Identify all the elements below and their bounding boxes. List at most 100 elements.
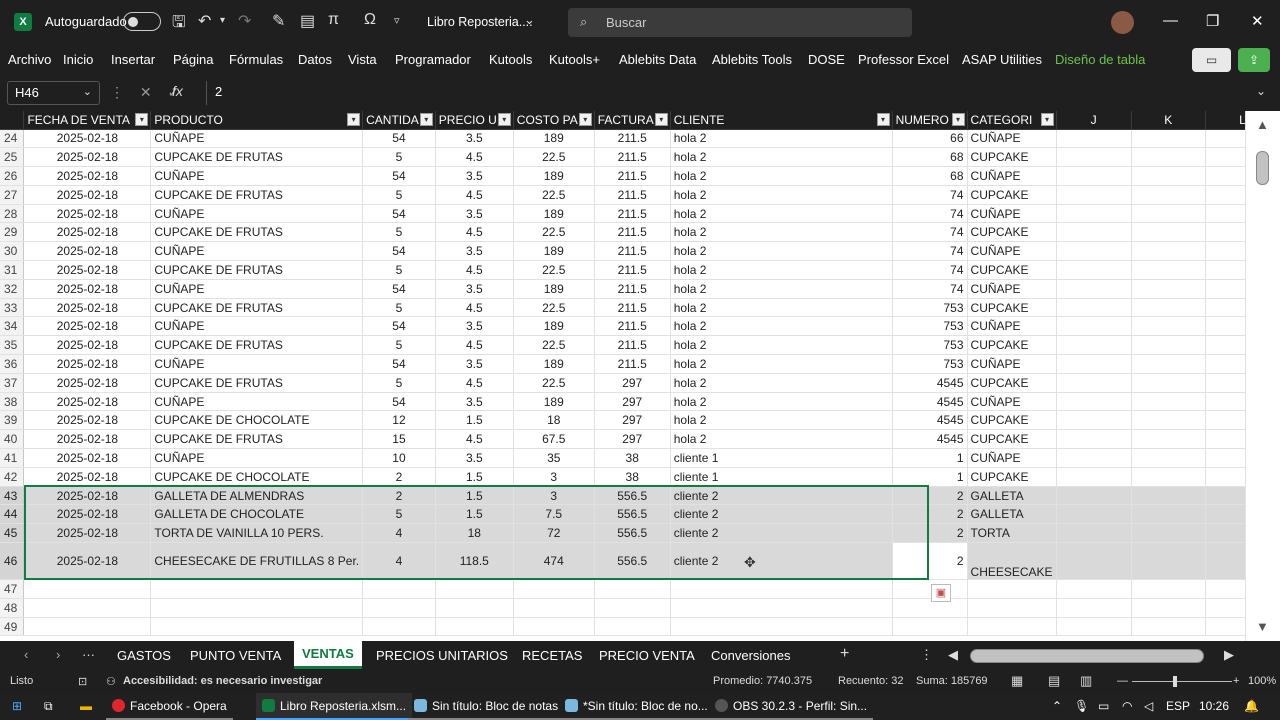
form-icon[interactable]: ✎ (272, 11, 285, 31)
table-cell[interactable]: CUPCAKE (967, 185, 1057, 205)
table-cell[interactable] (1056, 579, 1132, 599)
table-cell[interactable]: 2025-02-18 (23, 392, 152, 412)
table-cell[interactable]: 5 (362, 222, 436, 243)
table-cell[interactable]: 54 (362, 392, 436, 412)
table-cell[interactable] (513, 598, 595, 618)
table-cell[interactable] (1056, 504, 1132, 525)
table-cell[interactable]: 4.5 (435, 298, 514, 318)
table-cell[interactable]: CUPCAKE DE CHOCOLATE (150, 410, 364, 431)
table-cell[interactable]: 38 (594, 448, 671, 468)
table-cell[interactable]: 2025-02-18 (23, 523, 152, 544)
table-cell[interactable]: GALLETA (967, 486, 1057, 506)
table-cell[interactable]: 189 (513, 316, 595, 337)
table-cell[interactable] (1056, 354, 1132, 374)
scroll-right-icon[interactable]: ▶ (1224, 647, 1234, 663)
pi-icon[interactable]: π (328, 11, 339, 29)
filter-dropdown-icon[interactable]: ▾ (1040, 113, 1054, 126)
table-cell[interactable]: CUPCAKE (967, 467, 1057, 487)
table-cell[interactable] (1131, 373, 1206, 393)
table-cell[interactable]: cliente 1 (670, 448, 893, 468)
table-cell[interactable]: 54 (362, 354, 436, 374)
table-cell[interactable]: 22.5 (513, 260, 595, 280)
table-cell[interactable] (23, 579, 152, 599)
table-cell[interactable]: 297 (594, 410, 671, 431)
minimize-icon[interactable]: — (1163, 12, 1178, 29)
restore-icon[interactable]: ❐ (1206, 12, 1219, 30)
table-cell[interactable]: 556.5 (594, 542, 671, 581)
table-cell[interactable] (1131, 598, 1206, 618)
tab-programador[interactable]: Programador (395, 52, 471, 67)
table-cell[interactable]: 4545 (892, 410, 968, 431)
table-cell[interactable]: 54 (362, 241, 436, 262)
table-cell[interactable]: 211.5 (594, 260, 671, 280)
table-cell[interactable]: cliente 2 (670, 486, 893, 506)
table-cell[interactable] (1131, 241, 1206, 262)
row-number[interactable]: 32 (0, 279, 25, 299)
table-cell[interactable] (1056, 373, 1132, 393)
table-cell[interactable]: 2025-02-18 (23, 316, 152, 337)
table-cell[interactable]: 1 (892, 467, 968, 487)
column-header[interactable]: K (1131, 111, 1206, 130)
table-cell[interactable]: 4.5 (435, 335, 514, 356)
table-cell[interactable]: hola 2 (670, 260, 893, 280)
table-cell[interactable] (1131, 617, 1206, 637)
row-number[interactable]: 37 (0, 373, 25, 393)
table-cell[interactable]: TORTA DE VAINILLA 10 PERS. (150, 523, 364, 544)
row-number[interactable]: 26 (0, 166, 25, 186)
row-number[interactable]: 31 (0, 260, 25, 280)
table-cell[interactable]: 3 (513, 467, 595, 487)
table-cell[interactable]: hola 2 (670, 298, 893, 318)
table-cell[interactable]: GALLETA DE CHOCOLATE (150, 504, 364, 525)
table-cell[interactable]: hola 2 (670, 185, 893, 205)
table-cell[interactable] (435, 617, 514, 637)
tab-archivo[interactable]: Archivo (8, 52, 51, 67)
column-header[interactable]: CLIENTE ▾ (670, 111, 893, 130)
table-cell[interactable]: CUPCAKE (967, 335, 1057, 356)
zoom-slider-thumb[interactable] (1173, 676, 1177, 687)
column-header[interactable]: PRODUCTO ▾ (150, 111, 364, 130)
table-cell[interactable] (513, 617, 595, 637)
table-cell[interactable] (892, 579, 968, 599)
table-cell[interactable]: 2025-02-18 (23, 279, 152, 299)
table-cell[interactable] (150, 617, 364, 637)
taskbar-item-notepad-2[interactable]: *Sin título: Bloc de no... (559, 693, 714, 720)
row-number[interactable]: 29 (0, 222, 25, 243)
table-cell[interactable] (1131, 222, 1206, 243)
table-cell[interactable]: 1 (892, 448, 968, 468)
table-cell[interactable]: 5 (362, 504, 436, 525)
table-cell[interactable]: 74 (892, 222, 968, 243)
column-header[interactable]: NUMERO ▾ (892, 111, 968, 130)
taskbar-clock[interactable]: 10:26 (1199, 699, 1229, 713)
table-cell[interactable]: 2025-02-18 (23, 335, 152, 356)
insert-function-icon[interactable]: fx (172, 83, 183, 99)
table-cell[interactable]: GALLETA (967, 504, 1057, 525)
table-cell[interactable]: CUÑAPE (967, 129, 1057, 149)
filter-dropdown-icon[interactable]: ▾ (497, 113, 511, 126)
expand-formula-bar-icon[interactable]: ⌄ (1256, 84, 1266, 98)
table-cell[interactable]: 22.5 (513, 185, 595, 205)
save-icon[interactable]: 🖫 (172, 11, 186, 38)
table-cell[interactable] (435, 598, 514, 618)
table-cell[interactable]: CUPCAKE (967, 429, 1057, 450)
filter-dropdown-icon[interactable]: ▾ (951, 113, 965, 126)
scroll-tabs-right-icon[interactable]: › (56, 647, 60, 662)
table-cell[interactable] (1056, 486, 1132, 506)
normal-view-icon[interactable]: ▦ (1011, 673, 1023, 689)
table-cell[interactable]: 2025-02-18 (23, 504, 152, 525)
tray-chevron-up-icon[interactable]: ⌃ (1052, 699, 1062, 713)
table-cell[interactable]: 2025-02-18 (23, 429, 152, 450)
table-cell[interactable] (892, 617, 968, 637)
comments-button[interactable]: ▭ (1192, 48, 1231, 72)
table-cell[interactable]: 1.5 (435, 467, 514, 487)
table-cell[interactable]: 189 (513, 241, 595, 262)
table-cell[interactable]: CUPCAKE DE FRUTAS (150, 260, 364, 280)
table-cell[interactable]: 54 (362, 204, 436, 224)
tab-inicio[interactable]: Inicio (63, 52, 93, 67)
filter-dropdown-icon[interactable]: ▾ (347, 113, 361, 126)
add-sheet-icon[interactable]: + (840, 645, 849, 663)
table-cell[interactable]: CUÑAPE (967, 354, 1057, 374)
row-number[interactable]: 33 (0, 298, 25, 318)
table-cell[interactable]: 5 (362, 147, 436, 168)
table-cell[interactable]: CUPCAKE DE FRUTAS (150, 185, 364, 205)
scroll-left-icon[interactable]: ◀ (948, 647, 958, 663)
